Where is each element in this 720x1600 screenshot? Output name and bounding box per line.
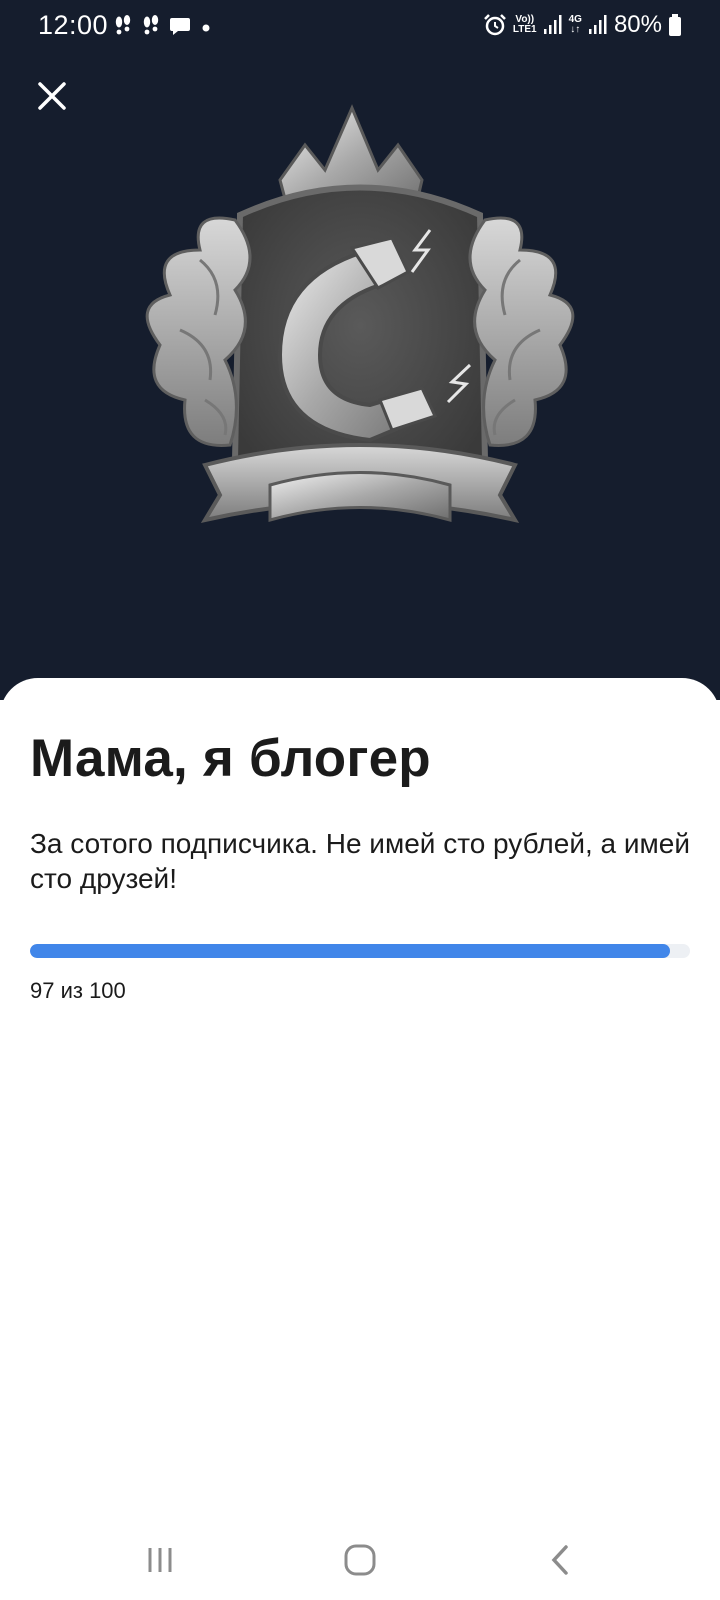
magnet-crest-badge-icon bbox=[145, 104, 575, 523]
lte-label: LTE1 bbox=[512, 24, 537, 35]
step-counter-icon bbox=[115, 15, 131, 35]
step-counter-icon bbox=[143, 15, 159, 35]
message-icon bbox=[170, 18, 190, 35]
progress-label: 97 из 100 bbox=[30, 978, 126, 1003]
status-right-icons: Vo)) LTE1 4G ↓↑ 80% bbox=[483, 8, 682, 42]
home-icon bbox=[344, 1544, 376, 1576]
signal-icon bbox=[543, 15, 562, 34]
back-icon bbox=[551, 1545, 568, 1575]
achievement-hero: 12:00 Vo)) LTE1 4G ↓↑ 80% bbox=[0, 0, 720, 700]
alarm-icon bbox=[484, 14, 506, 36]
signal-icon bbox=[588, 15, 607, 34]
progress-bar-fill bbox=[30, 944, 671, 958]
back-button[interactable] bbox=[530, 1530, 590, 1590]
close-icon bbox=[38, 82, 66, 110]
battery-percent: 80% bbox=[613, 11, 662, 38]
achievement-title: Мама, я блогер bbox=[30, 729, 431, 788]
recent-apps-icon bbox=[148, 1548, 172, 1572]
home-button[interactable] bbox=[330, 1530, 390, 1590]
network-indicator: 4G ↓↑ bbox=[569, 15, 582, 35]
data-arrows-icon: ↓↑ bbox=[570, 24, 581, 35]
status-left-icons bbox=[113, 12, 213, 40]
progress-bar bbox=[30, 944, 690, 958]
achievement-sheet bbox=[0, 678, 720, 1600]
recent-apps-button[interactable] bbox=[130, 1530, 190, 1590]
system-nav-bar bbox=[0, 1520, 720, 1600]
battery-icon bbox=[669, 14, 681, 36]
achievement-description: За сотого подписчика. Не имей сто рублей… bbox=[30, 828, 690, 894]
close-button[interactable] bbox=[30, 74, 74, 118]
volte-indicator: Vo)) LTE1 bbox=[513, 15, 537, 35]
status-bar: 12:00 Vo)) LTE1 4G ↓↑ 80% bbox=[0, 0, 720, 52]
dot-icon bbox=[202, 24, 210, 32]
status-time: 12:00 bbox=[38, 10, 109, 40]
